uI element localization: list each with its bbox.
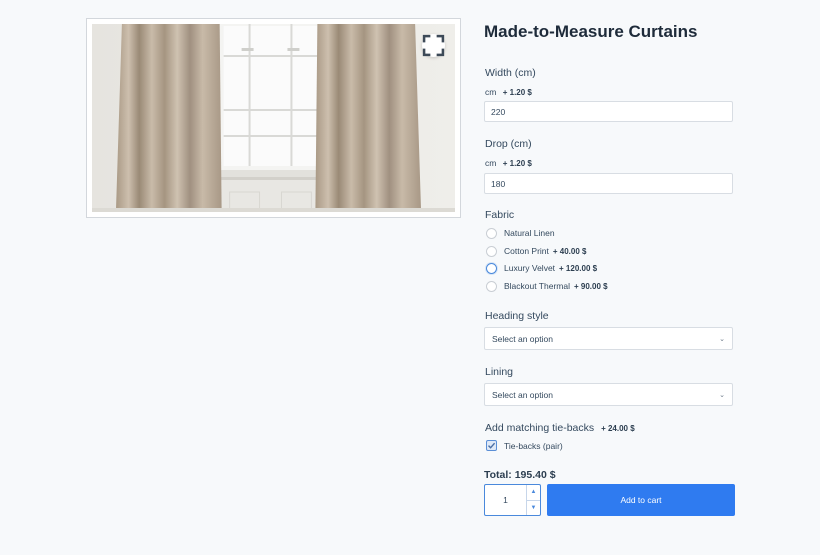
drop-unit-row: cm + 1.20 $: [485, 158, 532, 168]
chevron-up-icon[interactable]: ▲: [527, 485, 540, 500]
quantity-steps: ▲ ▼: [526, 485, 540, 515]
fabric-option-price: + 120.00 $: [559, 263, 598, 273]
drop-label: Drop (cm): [485, 138, 532, 150]
fabric-option-luxury-velvet[interactable]: Luxury Velvet + 120.00 $: [486, 261, 597, 275]
quantity-value[interactable]: 1: [485, 485, 526, 515]
product-image[interactable]: [92, 24, 455, 212]
fabric-option-label: Cotton Print: [504, 246, 549, 256]
lining-select[interactable]: Select an option ⌄: [484, 383, 733, 406]
product-title: Made-to-Measure Curtains: [484, 22, 698, 41]
heading-style-select[interactable]: Select an option ⌄: [484, 327, 733, 350]
chevron-down-icon: ⌄: [719, 391, 725, 399]
drop-input[interactable]: [484, 173, 733, 194]
fabric-option-label: Luxury Velvet: [504, 263, 556, 273]
width-unit: cm: [485, 87, 497, 97]
tiebacks-label: Add matching tie-backs: [485, 422, 595, 434]
width-input[interactable]: [484, 101, 733, 122]
fabric-option-label: Blackout Thermal: [504, 281, 570, 291]
width-label: Width (cm): [485, 67, 536, 79]
curtain-window-illustration: [92, 24, 455, 212]
fabric-label: Fabric: [485, 209, 515, 221]
radio-button[interactable]: [486, 280, 497, 292]
fabric-option-price: + 90.00 $: [573, 281, 608, 291]
radio-button[interactable]: [486, 227, 497, 239]
fabric-option-price: + 40.00 $: [552, 246, 587, 256]
tiebacks-label-row: Add matching tie-backs + 24.00 $: [485, 422, 635, 434]
fabric-option-natural-linen[interactable]: Natural Linen: [486, 226, 555, 240]
width-unit-row: cm + 1.20 $: [485, 87, 532, 97]
fabric-option-label: Natural Linen: [504, 228, 555, 238]
total-price: Total: 195.40 $: [484, 469, 556, 481]
drop-price: + 1.20 $: [502, 159, 532, 168]
tiebacks-option[interactable]: Tie-backs (pair): [486, 440, 563, 451]
quantity-stepper[interactable]: 1 ▲ ▼: [484, 484, 541, 516]
product-gallery: [86, 18, 461, 218]
fabric-option-blackout-thermal[interactable]: Blackout Thermal + 90.00 $: [486, 279, 608, 293]
radio-button[interactable]: [486, 245, 497, 257]
chevron-down-icon: ⌄: [719, 335, 725, 343]
heading-style-label: Heading style: [485, 310, 549, 322]
fabric-option-cotton-print[interactable]: Cotton Print + 40.00 $: [486, 244, 586, 258]
tiebacks-option-label: Tie-backs (pair): [504, 440, 563, 451]
lining-label: Lining: [485, 366, 514, 378]
fullscreen-button[interactable]: [422, 34, 445, 57]
lining-value: Select an option: [492, 389, 553, 400]
radio-button-selected[interactable]: [486, 262, 497, 274]
heading-style-value: Select an option: [492, 333, 553, 344]
chevron-down-icon[interactable]: ▼: [527, 499, 540, 516]
tiebacks-price: + 24.00 $: [601, 424, 635, 433]
add-to-cart-button[interactable]: Add to cart: [547, 484, 735, 516]
drop-unit: cm: [485, 158, 497, 168]
tiebacks-checkbox[interactable]: [486, 440, 497, 451]
checkmark-icon: [488, 442, 496, 449]
width-price: + 1.20 $: [502, 88, 532, 97]
fullscreen-icon: [422, 34, 445, 57]
